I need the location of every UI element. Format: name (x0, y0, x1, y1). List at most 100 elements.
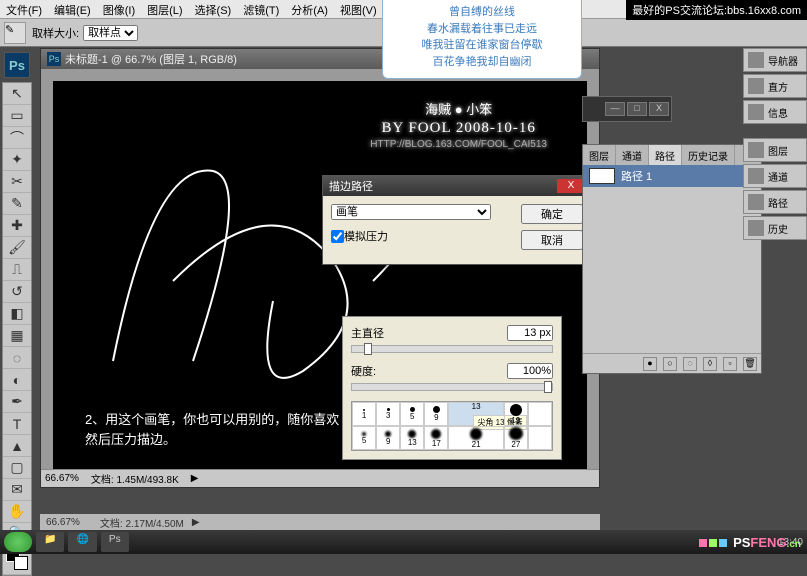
brush-preset[interactable]: 21 (448, 426, 503, 450)
photoshop-logo-icon: Ps (4, 52, 30, 78)
load-selection-icon[interactable]: ◌ (683, 357, 697, 371)
brush-preset[interactable]: 9 (424, 402, 448, 426)
dock-navigator[interactable]: 导航器 (743, 48, 807, 72)
histogram-icon (748, 78, 764, 94)
zoom-value[interactable]: 66.67% (45, 473, 79, 484)
menu-edit[interactable]: 编辑(E) (48, 0, 97, 18)
make-workpath-icon[interactable]: ◊ (703, 357, 717, 371)
menu-analysis[interactable]: 分析(A) (285, 0, 334, 18)
statusbar-arrow-icon[interactable]: ▶ (191, 473, 199, 484)
taskbar-item[interactable]: 🌐 (68, 532, 96, 552)
menu-layer[interactable]: 图层(L) (141, 0, 188, 18)
start-button[interactable] (4, 532, 32, 552)
brush-tool[interactable]: 🖌 (3, 237, 31, 259)
footer-zoom[interactable]: 66.67% (46, 517, 80, 528)
eraser-tool[interactable]: ◧ (3, 303, 31, 325)
path-select-tool[interactable]: ▲ (3, 435, 31, 457)
notes-tool[interactable]: ✉ (3, 479, 31, 501)
menu-filter[interactable]: 滤镜(T) (237, 0, 285, 18)
new-path-icon[interactable]: ▫ (723, 357, 737, 371)
minimize-icon[interactable]: — (605, 102, 625, 116)
brush-preset[interactable]: 17 (424, 426, 448, 450)
hardness-slider[interactable] (351, 383, 553, 391)
stroke-path-icon[interactable]: ○ (663, 357, 677, 371)
credit-author: 海贼 ● 小笨 (370, 99, 547, 118)
close-icon[interactable]: X (557, 179, 585, 193)
brush-preset[interactable]: 5 (352, 426, 376, 450)
ok-button[interactable]: 确定 (521, 204, 583, 224)
brush-preset[interactable]: 13 尖角 13 像素 (448, 402, 503, 426)
windows-taskbar: 📁 🌐 Ps 13:40 (0, 530, 807, 554)
shape-tool[interactable]: ▢ (3, 457, 31, 479)
tab-layers[interactable]: 图层 (583, 145, 616, 165)
eyedropper-tool[interactable]: ✎ (3, 193, 31, 215)
stamp-tool[interactable]: ⎍ (3, 259, 31, 281)
fill-path-icon[interactable]: ● (643, 357, 657, 371)
layers-icon (748, 142, 764, 158)
sample-size-select[interactable]: 取样点 (83, 25, 138, 41)
dock-channels[interactable]: 通道 (743, 164, 807, 188)
taskbar-item[interactable]: 📁 (36, 532, 64, 552)
brush-preset[interactable]: 3 (376, 402, 400, 426)
healing-tool[interactable]: ✚ (3, 215, 31, 237)
marquee-tool[interactable]: ▭ (3, 105, 31, 127)
lasso-tool[interactable]: ⌒ (3, 127, 31, 149)
stroke-tool-select[interactable]: 画笔 (331, 204, 491, 220)
paths-panel-footer: ● ○ ◌ ◊ ▫ 🗑 (583, 353, 761, 373)
menu-view[interactable]: 视图(V) (334, 0, 383, 18)
diameter-slider[interactable] (351, 345, 553, 353)
menu-file[interactable]: 文件(F) (0, 0, 48, 18)
poem-tooltip: 曾自缚的丝线 春水漏载着往事已走远 唯我驻留在谁家窗台停歇 百花争艳我却自幽闭 (382, 0, 582, 79)
dock-info[interactable]: 信息 (743, 100, 807, 124)
brush-preset[interactable] (528, 402, 552, 426)
menu-select[interactable]: 选择(S) (189, 0, 238, 18)
history-brush-tool[interactable]: ↺ (3, 281, 31, 303)
dodge-tool[interactable]: ◐ (3, 369, 31, 391)
blur-tool[interactable]: ◌ (3, 347, 31, 369)
info-icon (748, 104, 764, 120)
close-icon[interactable]: X (649, 102, 669, 116)
brush-preset[interactable]: 19 (504, 402, 528, 426)
floating-window-controls: — □ X (582, 96, 672, 122)
hand-tool[interactable]: ✋ (3, 501, 31, 523)
menu-image[interactable]: 图像(I) (97, 0, 141, 18)
history-icon (748, 220, 764, 236)
statusbar-arrow-icon[interactable]: ▶ (192, 517, 200, 528)
tab-channels[interactable]: 通道 (616, 145, 649, 165)
simulate-pressure-checkbox[interactable] (331, 230, 344, 243)
navigator-icon (748, 52, 764, 68)
brush-preset[interactable]: 13 (400, 426, 424, 450)
type-tool[interactable]: T (3, 413, 31, 435)
dialog-title: 描边路径 (329, 178, 373, 194)
dock-history[interactable]: 历史 (743, 216, 807, 240)
diameter-input[interactable] (507, 325, 553, 341)
tab-history[interactable]: 历史记录 (682, 145, 735, 165)
hardness-label: 硬度: (351, 363, 376, 379)
path-name: 路径 1 (621, 168, 652, 184)
gradient-tool[interactable]: ▦ (3, 325, 31, 347)
dock-histogram[interactable]: 直方 (743, 74, 807, 98)
brush-preset[interactable]: 1 (352, 402, 376, 426)
brush-preset[interactable] (528, 426, 552, 450)
tab-paths[interactable]: 路径 (649, 145, 682, 165)
crop-tool[interactable]: ✂ (3, 171, 31, 193)
diameter-label: 主直径 (351, 325, 384, 341)
path-item[interactable]: 路径 1 (583, 165, 761, 187)
brush-preset[interactable]: 5 (400, 402, 424, 426)
brush-preset[interactable]: 9 (376, 426, 400, 450)
taskbar-item[interactable]: Ps (101, 532, 129, 552)
footer-docsize: 文档: 2.17M/4.50M (100, 515, 184, 530)
eyedropper-icon[interactable]: ✎ (4, 22, 26, 44)
wand-tool[interactable]: ✦ (3, 149, 31, 171)
document-title: 未标题-1 @ 66.7% (图层 1, RGB/8) (65, 51, 237, 67)
cancel-button[interactable]: 取消 (521, 230, 583, 250)
move-tool[interactable]: ↖ (3, 83, 31, 105)
dock-layers[interactable]: 图层 (743, 138, 807, 162)
brush-preset[interactable]: 27 (504, 426, 528, 450)
pen-tool[interactable]: ✒ (3, 391, 31, 413)
hardness-input[interactable] (507, 363, 553, 379)
delete-path-icon[interactable]: 🗑 (743, 357, 757, 371)
dock-paths[interactable]: 路径 (743, 190, 807, 214)
dialog-titlebar[interactable]: 描边路径 X (323, 176, 591, 196)
maximize-icon[interactable]: □ (627, 102, 647, 116)
